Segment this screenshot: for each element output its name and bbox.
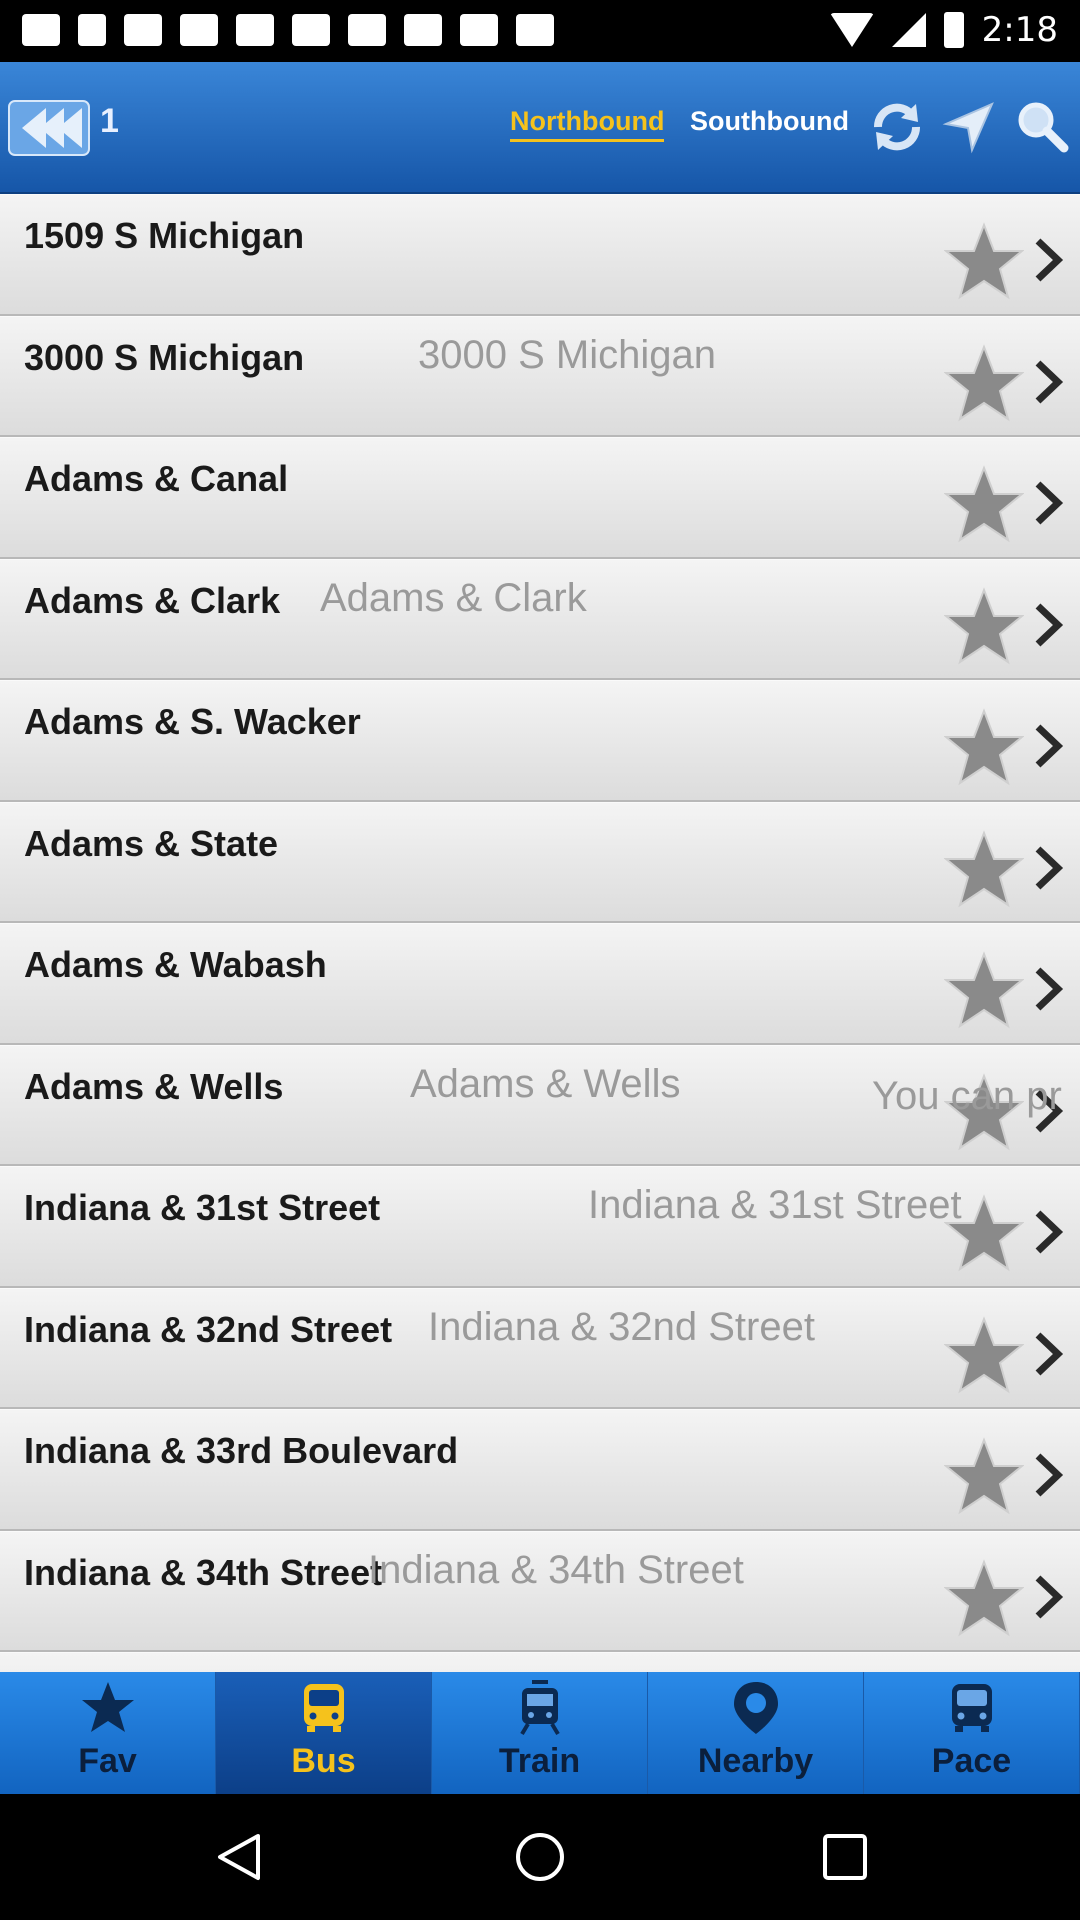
stop-list[interactable]: 1509 S Michigan 3000 S Michigan 3000 S M…	[0, 194, 1080, 1672]
stop-name: Indiana & 32nd Street	[24, 1308, 393, 1350]
tab-nearby[interactable]: Nearby	[648, 1672, 864, 1794]
favorite-star-icon[interactable]	[944, 950, 1024, 1030]
chevron-right-icon	[1035, 1210, 1064, 1254]
hint-overlay-text: You can pr	[872, 1074, 1062, 1118]
list-item[interactable]: Adams & Wabash	[0, 923, 1080, 1045]
list-item[interactable]: Indiana & 32nd Street Indiana & 32nd Str…	[0, 1287, 1080, 1409]
stop-name-ghost: Indiana & 34th Street	[368, 1547, 744, 1592]
tab-label: Fav	[78, 1742, 137, 1780]
chevron-right-icon	[1035, 724, 1064, 768]
tab-pace[interactable]: Pace	[864, 1672, 1080, 1794]
bus-icon	[303, 1684, 344, 1732]
favorite-star-icon[interactable]	[944, 1436, 1024, 1516]
stop-name-ghost: Indiana & 32nd Street	[428, 1304, 815, 1349]
battery-icon	[943, 12, 964, 48]
list-item[interactable]: Adams & State	[0, 801, 1080, 923]
favorite-star-icon[interactable]	[944, 1558, 1024, 1638]
notification-icons	[22, 14, 554, 46]
map-pin-icon	[733, 1682, 778, 1734]
list-item[interactable]: Adams & Canal	[0, 437, 1080, 559]
location-arrow-icon[interactable]	[940, 98, 998, 156]
train-icon	[519, 1680, 560, 1736]
stop-name: Indiana & 34th Street	[24, 1551, 383, 1593]
tab-southbound[interactable]: Southbound	[690, 106, 849, 137]
stop-name: Indiana & 33rd Boulevard	[24, 1430, 459, 1471]
clock: 2:18	[981, 10, 1058, 50]
app-icon	[78, 14, 106, 46]
favorite-star-icon[interactable]	[944, 829, 1024, 909]
stop-name: Adams & Clark	[24, 579, 281, 621]
list-item[interactable]: Indiana & 33rd Boulevard	[0, 1409, 1080, 1531]
status-bar: 2:18	[0, 0, 1080, 62]
chevron-right-icon	[1035, 1574, 1064, 1619]
tab-train[interactable]: Train	[432, 1672, 648, 1794]
chevron-right-icon	[1035, 967, 1064, 1011]
favorite-star-icon[interactable]	[944, 464, 1024, 544]
back-icon[interactable]	[210, 1832, 270, 1882]
notification-icon	[292, 14, 330, 46]
route-number: 1	[100, 102, 119, 140]
notification-icon	[460, 14, 498, 46]
list-item[interactable]: 1509 S Michigan	[0, 194, 1080, 316]
stop-name: 1509 S Michigan	[24, 215, 305, 256]
chevron-right-icon	[1035, 481, 1064, 525]
favorite-star-icon[interactable]	[944, 707, 1024, 787]
notification-icon	[516, 14, 554, 46]
message-icon	[22, 14, 60, 46]
home-icon[interactable]	[510, 1832, 570, 1882]
chevron-right-icon	[1035, 602, 1064, 647]
system-nav-bar	[0, 1794, 1080, 1920]
stop-name-ghost: Adams & Wells	[410, 1061, 681, 1106]
chevron-right-icon	[1035, 238, 1064, 282]
notification-icon	[236, 14, 274, 46]
tab-fav[interactable]: Fav	[0, 1672, 216, 1794]
search-icon[interactable]	[1012, 98, 1070, 156]
favorite-star-icon[interactable]	[944, 1193, 1024, 1273]
list-item[interactable]: Indiana & 34th Street Indiana & 34th Str…	[0, 1530, 1080, 1652]
tab-label: Train	[498, 1742, 581, 1780]
app-header: 1 Northbound Southbound	[0, 62, 1080, 194]
stop-name: Adams & State	[24, 822, 279, 864]
wifi-icon	[829, 13, 874, 47]
favorite-star-icon[interactable]	[944, 221, 1024, 301]
list-item[interactable]: Adams & S. Wacker	[0, 680, 1080, 802]
stop-name: Adams & Wabash	[24, 944, 327, 985]
recent-apps-icon[interactable]	[815, 1832, 875, 1882]
favorite-star-icon[interactable]	[944, 1315, 1024, 1395]
stop-name-ghost: Indiana & 31st Street	[588, 1183, 962, 1227]
back-arrows-icon[interactable]	[8, 100, 90, 156]
notification-icon	[180, 14, 218, 46]
stop-name: Adams & Wells	[24, 1065, 284, 1107]
tab-label: Nearby	[697, 1742, 814, 1780]
notification-icon	[348, 14, 386, 46]
favorite-star-icon[interactable]	[944, 343, 1024, 423]
stop-name-ghost: Adams & Clark	[320, 575, 587, 620]
notification-icon	[124, 14, 162, 46]
stop-name-ghost: 3000 S Michigan	[418, 332, 716, 377]
chevron-right-icon	[1035, 359, 1064, 404]
refresh-icon[interactable]	[868, 98, 926, 156]
pace-bus-icon	[951, 1684, 992, 1732]
notification-icon	[404, 14, 442, 46]
signal-icon	[891, 13, 926, 47]
list-item[interactable]: 3000 S Michigan 3000 S Michigan	[0, 315, 1080, 437]
star-icon	[81, 1682, 134, 1732]
list-item-partial[interactable]	[0, 1652, 1080, 1672]
tab-northbound[interactable]: Northbound	[510, 106, 665, 142]
stop-name: Adams & Canal	[24, 458, 289, 499]
chevron-right-icon	[1035, 1453, 1064, 1497]
bottom-tab-bar: Fav Bus Train Nearby Pace	[0, 1672, 1080, 1794]
favorite-star-icon[interactable]	[944, 586, 1024, 666]
chevron-right-icon	[1035, 1331, 1064, 1376]
list-item[interactable]: Adams & Clark Adams & Clark	[0, 558, 1080, 680]
tab-label: Bus	[291, 1742, 356, 1780]
list-item[interactable]: Indiana & 31st Street Indiana & 31st Str…	[0, 1166, 1080, 1288]
stop-name: Adams & S. Wacker	[24, 701, 361, 742]
tab-bus[interactable]: Bus	[216, 1672, 432, 1794]
stop-name: 3000 S Michigan	[24, 336, 305, 378]
tab-label: Pace	[931, 1742, 1012, 1780]
stop-name: Indiana & 31st Street	[24, 1187, 381, 1228]
chevron-right-icon	[1035, 845, 1064, 890]
